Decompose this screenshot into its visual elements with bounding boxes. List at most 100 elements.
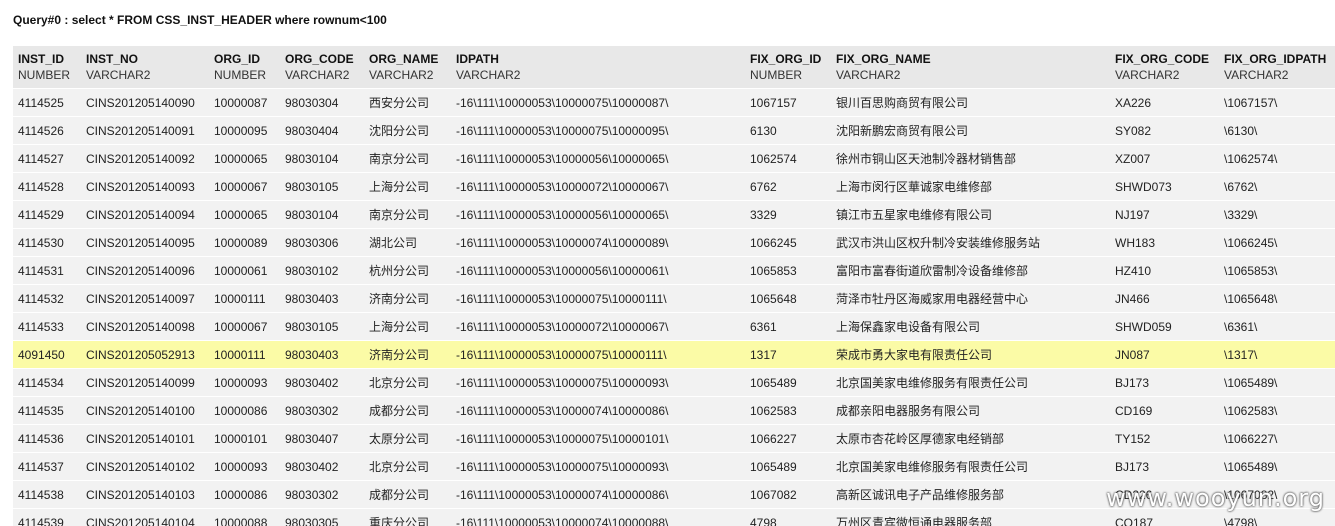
table-cell: 1062583 <box>745 396 831 425</box>
table-cell: WH183 <box>1110 228 1219 257</box>
table-cell: 4114536 <box>13 424 81 453</box>
column-type: NUMBER <box>750 68 803 82</box>
table-cell: CINS201205140093 <box>81 172 209 201</box>
column-type: VARCHAR2 <box>836 68 901 82</box>
column-header: FIX_ORG_NAME VARCHAR2 <box>831 46 1110 89</box>
table-cell: 1065489 <box>745 452 831 481</box>
table-cell: -16\111\10000053\10000075\10000087\ <box>451 88 745 117</box>
table-cell: 太原市杏花岭区厚德家电经销部 <box>831 424 1110 453</box>
table-cell: 1065853 <box>745 256 831 285</box>
table-cell: 1065489 <box>745 368 831 397</box>
table-cell: 4114535 <box>13 396 81 425</box>
table-cell: 4114528 <box>13 172 81 201</box>
table-cell: -16\111\10000053\10000075\10000093\ <box>451 452 745 481</box>
column-header: FIX_ORG_IDPATH VARCHAR2 <box>1219 46 1335 89</box>
table-cell: \6130\ <box>1219 116 1335 145</box>
table-cell: -16\111\10000053\10000074\10000086\ <box>451 396 745 425</box>
table-cell: 10000067 <box>209 172 280 201</box>
column-type: VARCHAR2 <box>285 68 350 82</box>
table-cell: CINS201205140094 <box>81 200 209 229</box>
table-cell: 镇江市五星家电维修有限公司 <box>831 200 1110 229</box>
column-type: NUMBER <box>18 68 71 82</box>
table-cell: 上海分公司 <box>364 172 451 201</box>
table-cell: 1067157 <box>745 88 831 117</box>
table-cell: 4114527 <box>13 144 81 173</box>
table-cell: CD169 <box>1110 396 1219 425</box>
table-cell: 4798 <box>745 508 831 526</box>
table-cell: 南京分公司 <box>364 200 451 229</box>
table-row: 4114525 CINS201205140090 10000087 98030304 西… <box>13 88 1335 117</box>
table-cell: 6130 <box>745 116 831 145</box>
table-cell: 北京国美家电维修服务有限责任公司 <box>831 452 1110 481</box>
table-row: 4114529 CINS201205140094 10000065 98030104 南… <box>13 200 1335 229</box>
table-cell: 4114537 <box>13 452 81 481</box>
table-cell: \1065648\ <box>1219 284 1335 313</box>
table-cell: 98030104 <box>280 200 364 229</box>
column-header: ORG_NAME VARCHAR2 <box>364 46 451 89</box>
table-cell: 1317 <box>745 340 831 369</box>
table-cell: -16\111\10000053\10000074\10000088\ <box>451 508 745 526</box>
table-cell: 太原分公司 <box>364 424 451 453</box>
column-name: FIX_ORG_CODE <box>1115 52 1210 66</box>
table-cell: \6361\ <box>1219 312 1335 341</box>
table-cell: 西安分公司 <box>364 88 451 117</box>
table-cell: 4091450 <box>13 340 81 369</box>
table-cell: 富阳市富春街道欣雷制冷设备维修部 <box>831 256 1110 285</box>
table-cell: 成都亲阳电器服务有限公司 <box>831 396 1110 425</box>
table-cell: JN466 <box>1110 284 1219 313</box>
table-cell: 济南分公司 <box>364 284 451 313</box>
table-cell: 4114533 <box>13 312 81 341</box>
table-cell: 10000065 <box>209 144 280 173</box>
table-cell: 高新区诚讯电子产品维修服务部 <box>831 480 1110 509</box>
table-cell: CINS201205140096 <box>81 256 209 285</box>
table-cell: 济南分公司 <box>364 340 451 369</box>
column-header: ORG_ID NUMBER <box>209 46 280 89</box>
table-cell: 10000093 <box>209 452 280 481</box>
table-cell: \1317\ <box>1219 340 1335 369</box>
table-cell: 98030104 <box>280 144 364 173</box>
table-cell: XA226 <box>1110 88 1219 117</box>
table-cell: 98030304 <box>280 88 364 117</box>
table-row: 4114532 CINS201205140097 10000111 98030403 济… <box>13 284 1335 313</box>
query-title: Query#0 : select * FROM CSS_INST_HEADER … <box>13 13 387 27</box>
table-cell: 1065648 <box>745 284 831 313</box>
column-header: INST_ID NUMBER <box>13 46 81 89</box>
table-cell: -16\111\10000053\10000056\10000061\ <box>451 256 745 285</box>
column-name: FIX_ORG_IDPATH <box>1224 52 1327 66</box>
column-name: FIX_ORG_ID <box>750 52 822 66</box>
column-header: ORG_CODE VARCHAR2 <box>280 46 364 89</box>
table-cell: 4114532 <box>13 284 81 313</box>
table-cell: 重庆分公司 <box>364 508 451 526</box>
table-cell: 荣成市勇大家电有限责任公司 <box>831 340 1110 369</box>
table-row: 4114535 CINS201205140100 10000086 98030302 成… <box>13 396 1335 425</box>
table-cell: 1066245 <box>745 228 831 257</box>
table-cell: 4114531 <box>13 256 81 285</box>
table-cell: 10000101 <box>209 424 280 453</box>
table-cell: 北京国美家电维修服务有限责任公司 <box>831 368 1110 397</box>
table-cell: 98030302 <box>280 480 364 509</box>
table-cell: -16\111\10000053\10000072\10000067\ <box>451 172 745 201</box>
table-cell: CINS201205052913 <box>81 340 209 369</box>
table-cell: -16\111\10000053\10000056\10000065\ <box>451 200 745 229</box>
table-cell: JN087 <box>1110 340 1219 369</box>
table-cell: 4114529 <box>13 200 81 229</box>
table-cell: 10000095 <box>209 116 280 145</box>
table-cell: 10000111 <box>209 340 280 369</box>
table-cell: 湖北公司 <box>364 228 451 257</box>
table-cell: 4114539 <box>13 508 81 526</box>
table-cell: 上海市闵行区華诚家电维修部 <box>831 172 1110 201</box>
table-cell: SY082 <box>1110 116 1219 145</box>
table-cell: -16\111\10000053\10000075\10000101\ <box>451 424 745 453</box>
column-name: INST_ID <box>18 52 65 66</box>
table-cell: 10000089 <box>209 228 280 257</box>
table-cell: 菏泽市牡丹区海威家用电器经营中心 <box>831 284 1110 313</box>
table-cell: \6762\ <box>1219 172 1335 201</box>
table-cell: 沈阳分公司 <box>364 116 451 145</box>
column-type: VARCHAR2 <box>86 68 151 82</box>
table-cell: -16\111\10000053\10000075\10000111\ <box>451 284 745 313</box>
query-result-page: Query#0 : select * FROM CSS_INST_HEADER … <box>0 0 1335 526</box>
header-row: INST_ID NUMBER INST_NO VARCHAR2 ORG_ID NUMBER… <box>13 46 1335 89</box>
table-cell: 上海分公司 <box>364 312 451 341</box>
table-cell: CINS201205140098 <box>81 312 209 341</box>
table-cell: \3329\ <box>1219 200 1335 229</box>
